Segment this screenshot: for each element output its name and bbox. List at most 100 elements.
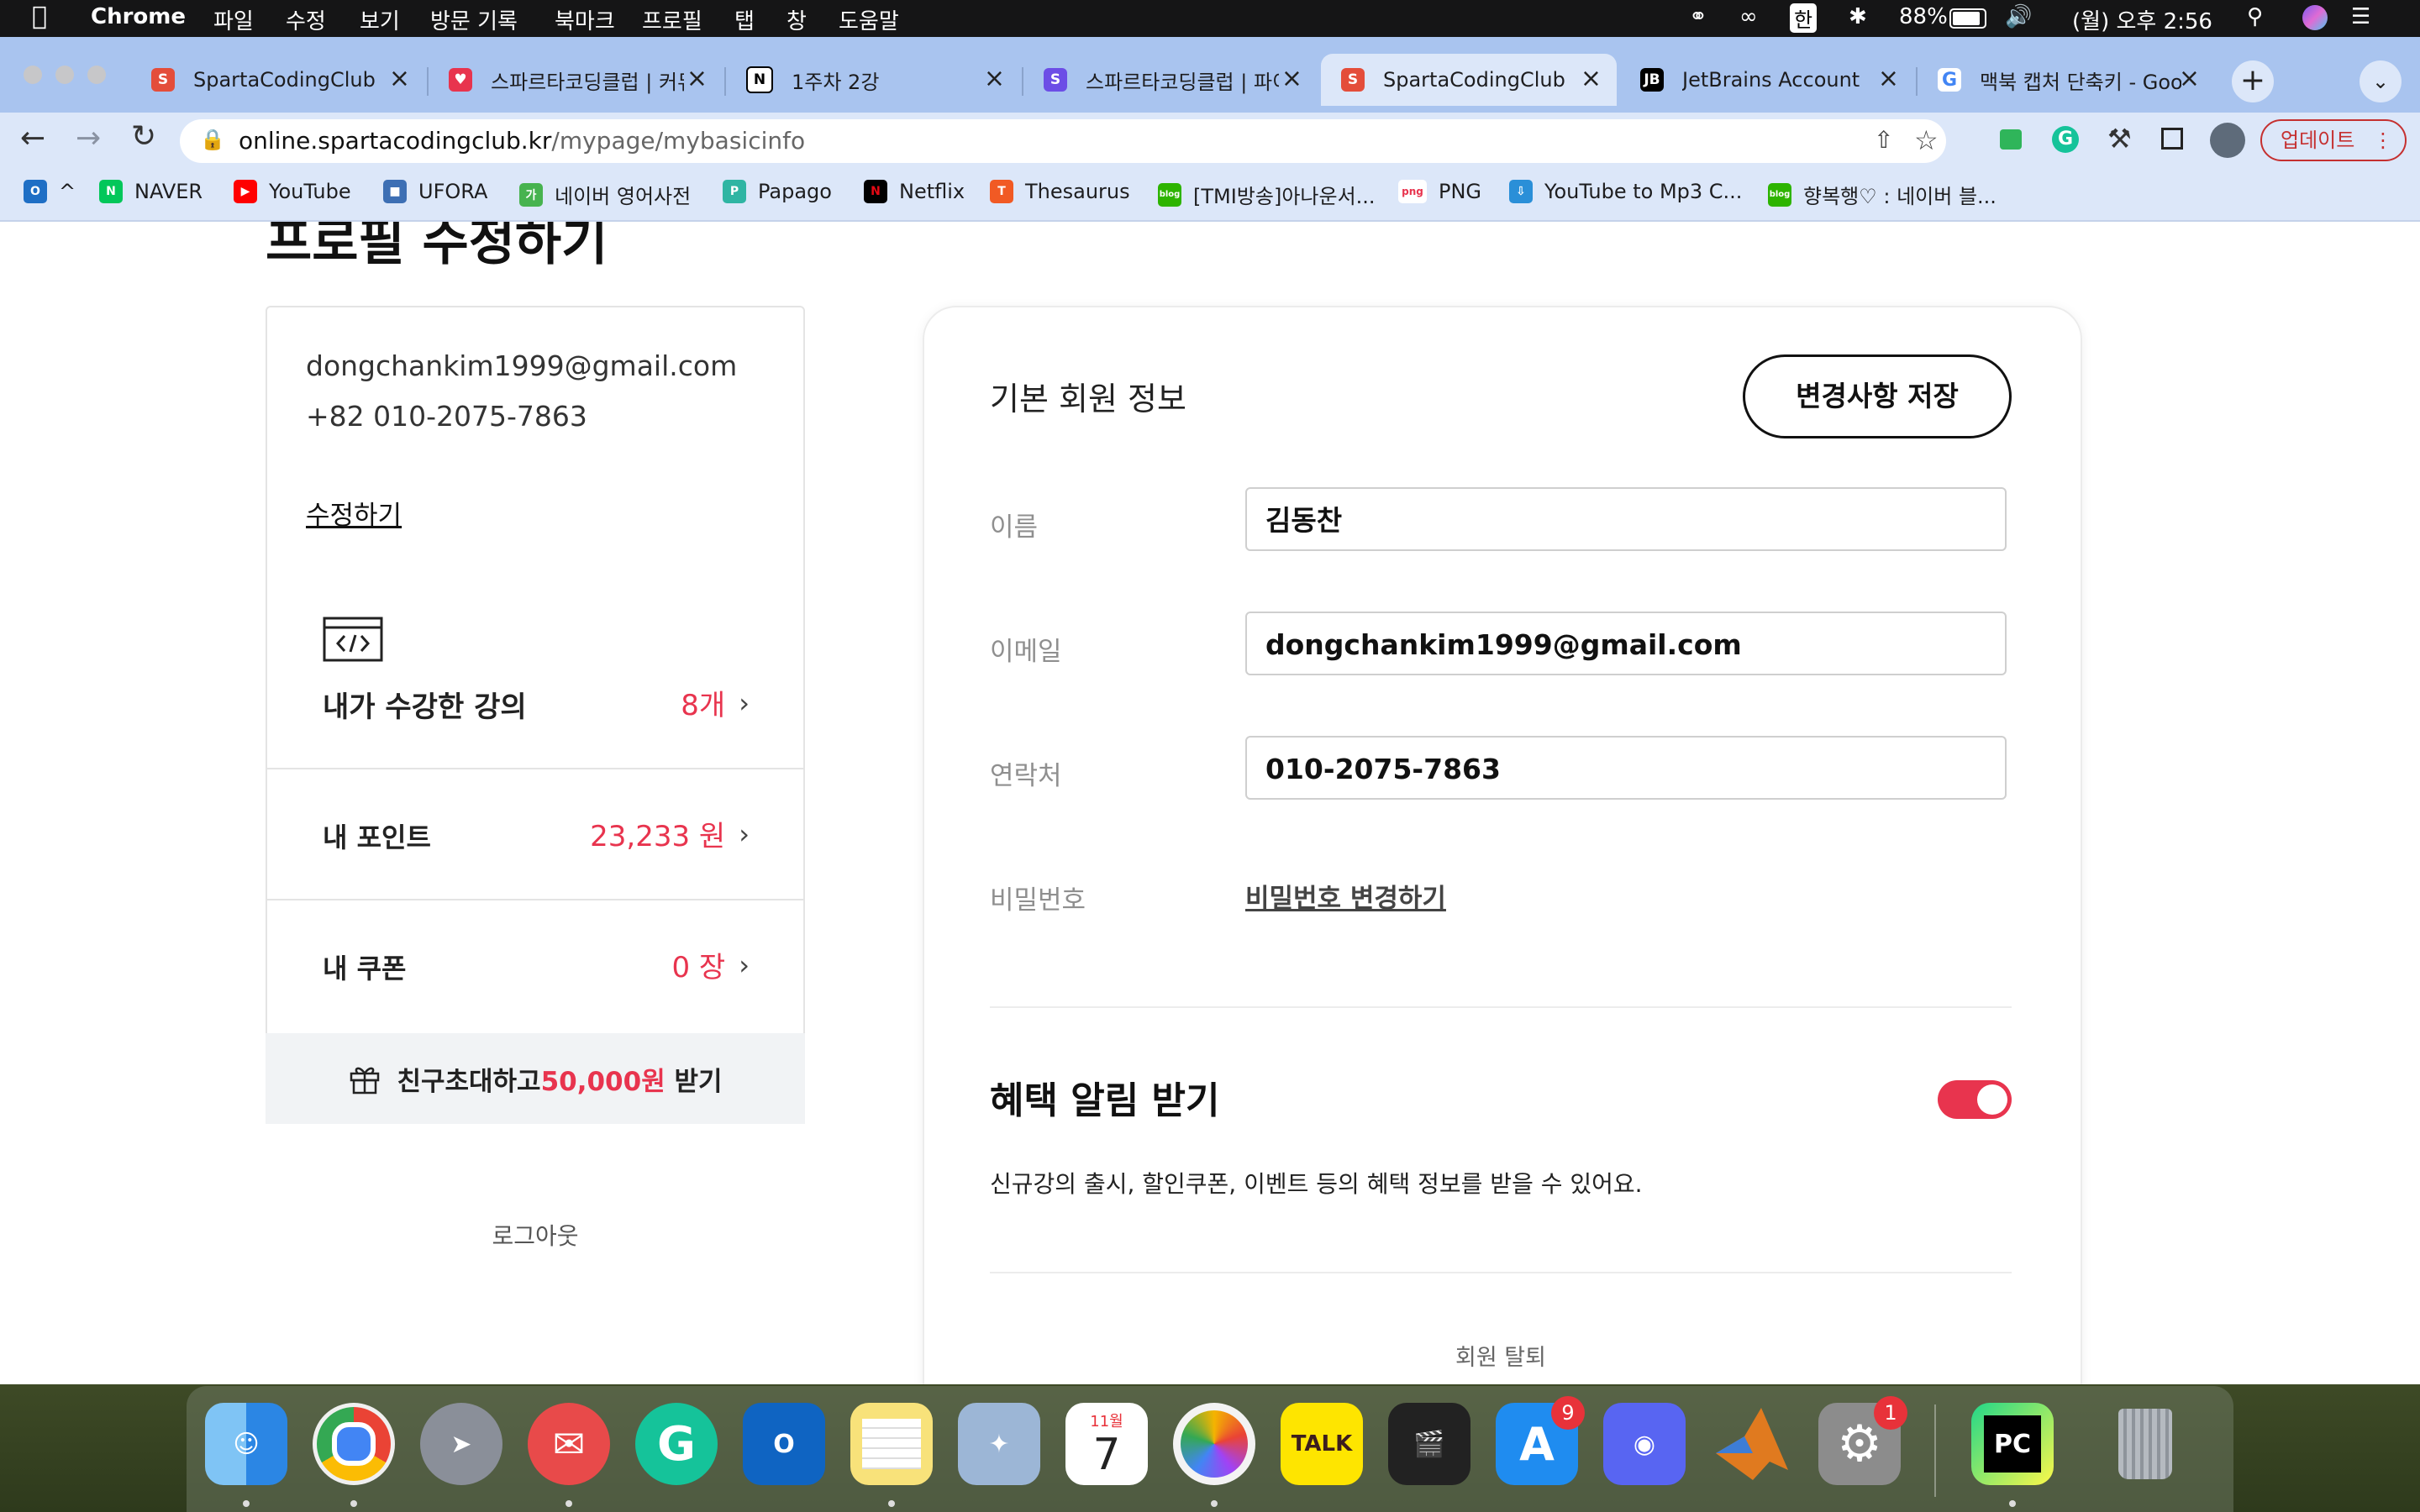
creative-cloud-icon[interactable]: ∞ — [1739, 4, 1758, 29]
siri-icon[interactable] — [2302, 5, 2328, 30]
bookmark-naver-blog[interactable]: blog 향복행♡ : 네이버 블... — [1768, 180, 1996, 209]
tab-close-icon[interactable]: × — [2179, 64, 2200, 93]
launchpad-icon[interactable]: ➤ — [420, 1403, 502, 1485]
matlab-icon[interactable] — [1711, 1403, 1793, 1485]
tab-sparta-1[interactable]: S SpartaCodingClub × — [131, 54, 425, 106]
netflix-icon: N — [864, 180, 887, 203]
grammarly-extension-icon[interactable]: G — [2052, 126, 2079, 153]
screen-cast-extension-icon[interactable] — [2000, 129, 2022, 150]
bookmark-naver[interactable]: N NAVER — [99, 180, 203, 203]
notes-icon[interactable] — [850, 1403, 933, 1485]
clock[interactable]: (월) 오후 2:56 — [2072, 4, 2212, 35]
tab-sparta-active[interactable]: S SpartaCodingClub × — [1321, 54, 1617, 106]
tab-close-icon[interactable]: × — [1581, 64, 1602, 93]
battery-icon[interactable] — [1949, 8, 1986, 29]
tab-sparta-python[interactable]: S 스파르타코딩클럽 | 파이 × — [1023, 54, 1318, 106]
minimize-window-button[interactable] — [55, 66, 74, 84]
tab-google-search[interactable]: G 맥북 캡처 단축키 - Goo × — [1918, 54, 2215, 106]
my-coupons-row[interactable]: 내 쿠폰 0 장 › — [267, 899, 803, 1030]
bookmark-tmi-blog[interactable]: blog [TMI방송]아나운서... — [1158, 180, 1376, 209]
phone-input[interactable]: 010-2075-7863 — [1245, 736, 2007, 800]
bluetooth-icon[interactable]: ✱ — [1849, 4, 1867, 29]
invite-friend-button[interactable]: 친구초대하고 50,000원 받기 — [266, 1033, 805, 1124]
bookmark-youtube-mp3[interactable]: ⇩ YouTube to Mp3 C... — [1509, 180, 1742, 203]
edit-profile-link[interactable]: 수정하기 — [306, 494, 402, 532]
tab-close-icon[interactable]: × — [687, 64, 708, 93]
menu-bookmarks[interactable]: 북마크 — [555, 4, 615, 35]
reload-icon[interactable]: ↻ — [131, 119, 156, 154]
email-input[interactable]: dongchankim1999@gmail.com — [1245, 612, 2007, 675]
tab-close-icon[interactable]: × — [1281, 64, 1302, 93]
bookmark-naver-dictionary[interactable]: 가 네이버 영어사전 — [519, 180, 691, 209]
bookmark-netflix[interactable]: N Netflix — [864, 180, 965, 203]
back-arrow-icon[interactable]: ← — [20, 121, 45, 155]
battery-percent: 88% — [1899, 4, 1948, 29]
save-changes-button[interactable]: 변경사항 저장 — [1743, 354, 2012, 438]
final-cut-icon[interactable]: 🎬 — [1388, 1403, 1470, 1485]
kakaotalk-icon[interactable]: TALK — [1281, 1403, 1363, 1485]
outlook-icon[interactable]: O — [743, 1403, 825, 1485]
close-window-button[interactable] — [24, 66, 42, 84]
spotlight-icon[interactable]: ⚲ — [2247, 4, 2263, 29]
finder-icon[interactable]: ☺ — [205, 1403, 287, 1485]
sync-status-icon[interactable]: ⚭ — [1689, 4, 1707, 29]
bookmark-ufora[interactable]: ■ UFORA — [383, 180, 487, 203]
bookmark-youtube[interactable]: ▶ YouTube — [234, 180, 351, 203]
menu-view[interactable]: 보기 — [360, 4, 400, 35]
tab-search-chevron-icon[interactable]: ⌄ — [2360, 60, 2402, 102]
change-password-link[interactable]: 비밀번호 변경하기 — [1245, 877, 1446, 915]
control-center-icon[interactable]: ☰ — [2351, 4, 2370, 29]
menu-help[interactable]: 도움말 — [839, 4, 899, 35]
discord-icon[interactable]: ◉ — [1603, 1403, 1686, 1485]
bookmark-png[interactable]: png PNG — [1398, 180, 1481, 203]
grammarly-icon[interactable]: G — [635, 1403, 718, 1485]
chrome-icon[interactable] — [313, 1403, 395, 1485]
lock-icon[interactable]: 🔒 — [200, 128, 225, 151]
thesaurus-icon: T — [990, 180, 1013, 203]
tab-close-icon[interactable]: × — [389, 64, 410, 93]
input-source-indicator[interactable]: 한 — [1790, 3, 1818, 33]
my-courses-row[interactable]: 내가 수강한 강의 8개 › — [267, 570, 803, 769]
pycharm-icon[interactable]: PC — [1971, 1403, 2054, 1485]
menu-window[interactable]: 창 — [786, 4, 807, 35]
bookmark-star-icon[interactable]: ☆ — [1914, 124, 1939, 156]
menu-file[interactable]: 파일 — [213, 4, 254, 35]
calendar-icon[interactable]: 11월 7 — [1065, 1403, 1148, 1485]
tab-close-icon[interactable]: × — [1878, 64, 1899, 93]
tab-jetbrains[interactable]: JB JetBrains Account × — [1620, 54, 1914, 106]
menu-history[interactable]: 방문 기록 — [430, 4, 518, 35]
system-preferences-icon[interactable]: ⚙ 1 — [1818, 1396, 1907, 1485]
menu-profile[interactable]: 프로필 — [642, 4, 702, 35]
profile-avatar[interactable] — [2210, 123, 2245, 158]
my-points-row[interactable]: 내 포인트 23,233 원 › — [267, 768, 803, 900]
tab-notion-week1[interactable]: N 1주차 2강 × — [726, 54, 1020, 106]
menu-tab[interactable]: 탭 — [734, 4, 755, 35]
address-bar[interactable]: 🔒 online.spartacodingclub.kr/mypage/myba… — [180, 119, 1946, 163]
apple-icon[interactable]:  — [32, 2, 47, 31]
bookmark-papago[interactable]: P Papago — [723, 180, 832, 203]
zoom-window-button[interactable] — [87, 66, 106, 84]
name-input[interactable]: 김동찬 — [1245, 487, 2007, 551]
benefit-toggle[interactable] — [1938, 1080, 2012, 1119]
tab-close-icon[interactable]: × — [984, 64, 1005, 93]
update-button[interactable]: 업데이트 ⋮ — [2260, 119, 2407, 161]
mail-icon[interactable]: ✉ — [528, 1403, 610, 1485]
app-store-icon[interactable]: A9 — [1496, 1396, 1585, 1485]
forward-arrow-icon[interactable]: → — [76, 121, 101, 155]
sparta-blue-favicon: S — [1044, 68, 1067, 92]
share-icon[interactable]: ⇧ — [1874, 126, 1893, 154]
mail-eagle-icon[interactable]: ✦ — [958, 1403, 1040, 1485]
logout-link[interactable]: 로그아웃 — [266, 1218, 805, 1252]
volume-icon[interactable]: 🔊 — [2005, 4, 2032, 29]
side-panel-icon[interactable] — [2161, 128, 2183, 150]
extensions-puzzle-icon[interactable]: ⚒ — [2107, 123, 2132, 155]
withdraw-link[interactable]: 회원 탈퇴 — [990, 1339, 2012, 1372]
bookmark-thesaurus[interactable]: T Thesaurus — [990, 180, 1130, 203]
photos-icon[interactable] — [1173, 1403, 1255, 1485]
bookmark-outlook[interactable]: O ^ — [24, 180, 76, 203]
app-menu[interactable]: Chrome — [91, 4, 186, 29]
trash-icon[interactable] — [2104, 1403, 2186, 1485]
new-tab-plus-icon[interactable]: + — [2232, 60, 2274, 102]
menu-edit[interactable]: 수정 — [286, 4, 326, 35]
tab-sparta-community[interactable]: ♥ 스파르타코딩클럽 | 커뮤 × — [429, 54, 723, 106]
